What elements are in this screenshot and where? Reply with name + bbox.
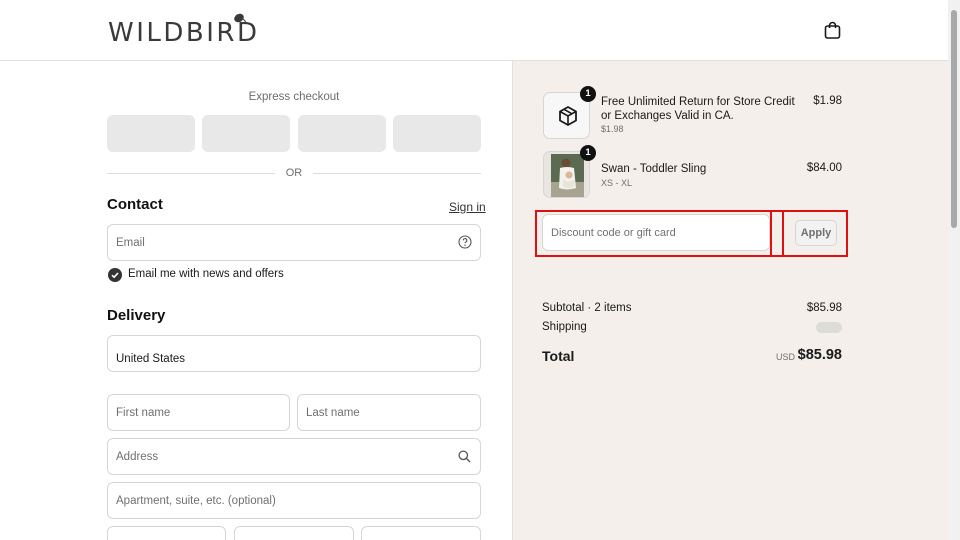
- apartment-placeholder: Apartment, suite, etc. (optional): [116, 495, 276, 507]
- total-label: Total: [542, 348, 575, 364]
- zip-field[interactable]: [361, 526, 481, 540]
- express-pay-button-4[interactable]: [393, 115, 481, 152]
- email-field[interactable]: Email: [107, 224, 481, 261]
- leaf-icon: [234, 13, 246, 23]
- page-scrollbar[interactable]: [948, 0, 960, 540]
- package-icon: [559, 106, 577, 126]
- or-separator: OR: [285, 167, 303, 179]
- cart-item-price: $84.00: [806, 162, 842, 174]
- shopping-bag-icon[interactable]: [824, 21, 841, 39]
- country-select[interactable]: United States: [107, 335, 481, 372]
- divider: [107, 173, 275, 174]
- city-field[interactable]: [107, 526, 226, 540]
- country-value: United States: [116, 353, 186, 365]
- newsletter-label: Email me with news and offers: [128, 268, 284, 280]
- cart-item-thumbnail: 1: [543, 145, 596, 198]
- cart-item-name: Swan - Toddler Sling: [601, 163, 707, 175]
- quantity-badge: 1: [580, 145, 596, 161]
- header: WILDBIRD: [0, 0, 948, 61]
- cart-item-variant: $1.98: [601, 124, 624, 134]
- express-pay-button-1[interactable]: [107, 115, 195, 152]
- shipping-loading-placeholder: [816, 322, 842, 333]
- subtotal-label: Subtotal · 2 items: [542, 302, 632, 314]
- express-checkout-title: Express checkout: [248, 91, 340, 103]
- express-pay-button-2[interactable]: [202, 115, 290, 152]
- cart-item-name: Free Unlimited Return for Store Credit o…: [601, 96, 795, 122]
- cart-item-thumbnail: 1: [543, 86, 596, 139]
- newsletter-checkbox[interactable]: [108, 268, 122, 282]
- quantity-badge: 1: [580, 86, 596, 102]
- search-icon[interactable]: [458, 450, 471, 463]
- sign-in-link[interactable]: Sign in: [449, 200, 486, 214]
- contact-title: Contact: [107, 196, 163, 213]
- divider: [313, 173, 481, 174]
- scrollbar-thumb[interactable]: [951, 10, 957, 228]
- last-name-placeholder: Last name: [306, 407, 360, 419]
- highlight-box: [535, 210, 772, 257]
- first-name-field[interactable]: First name: [107, 394, 290, 431]
- cart-item-price: $1.98: [813, 95, 842, 107]
- email-placeholder: Email: [116, 237, 145, 249]
- apartment-field[interactable]: Apartment, suite, etc. (optional): [107, 482, 481, 519]
- state-field[interactable]: [234, 526, 354, 540]
- address-placeholder: Address: [116, 451, 159, 463]
- last-name-field[interactable]: Last name: [297, 394, 481, 431]
- checkmark-icon: [111, 272, 119, 279]
- question-circle-icon[interactable]: [458, 235, 472, 249]
- address-field[interactable]: Address: [107, 438, 481, 475]
- product-photo: [551, 154, 584, 197]
- express-pay-button-3[interactable]: [298, 115, 386, 152]
- total-value: $85.98: [797, 347, 842, 363]
- first-name-placeholder: First name: [116, 407, 171, 419]
- subtotal-value: $85.98: [806, 302, 842, 314]
- shipping-label: Shipping: [542, 321, 587, 333]
- highlight-box: [782, 210, 848, 257]
- cart-item-variant: XS - XL: [601, 178, 633, 188]
- delivery-title: Delivery: [107, 307, 166, 324]
- checkout-form: Express checkout OR Contact Sign in Emai…: [0, 61, 512, 540]
